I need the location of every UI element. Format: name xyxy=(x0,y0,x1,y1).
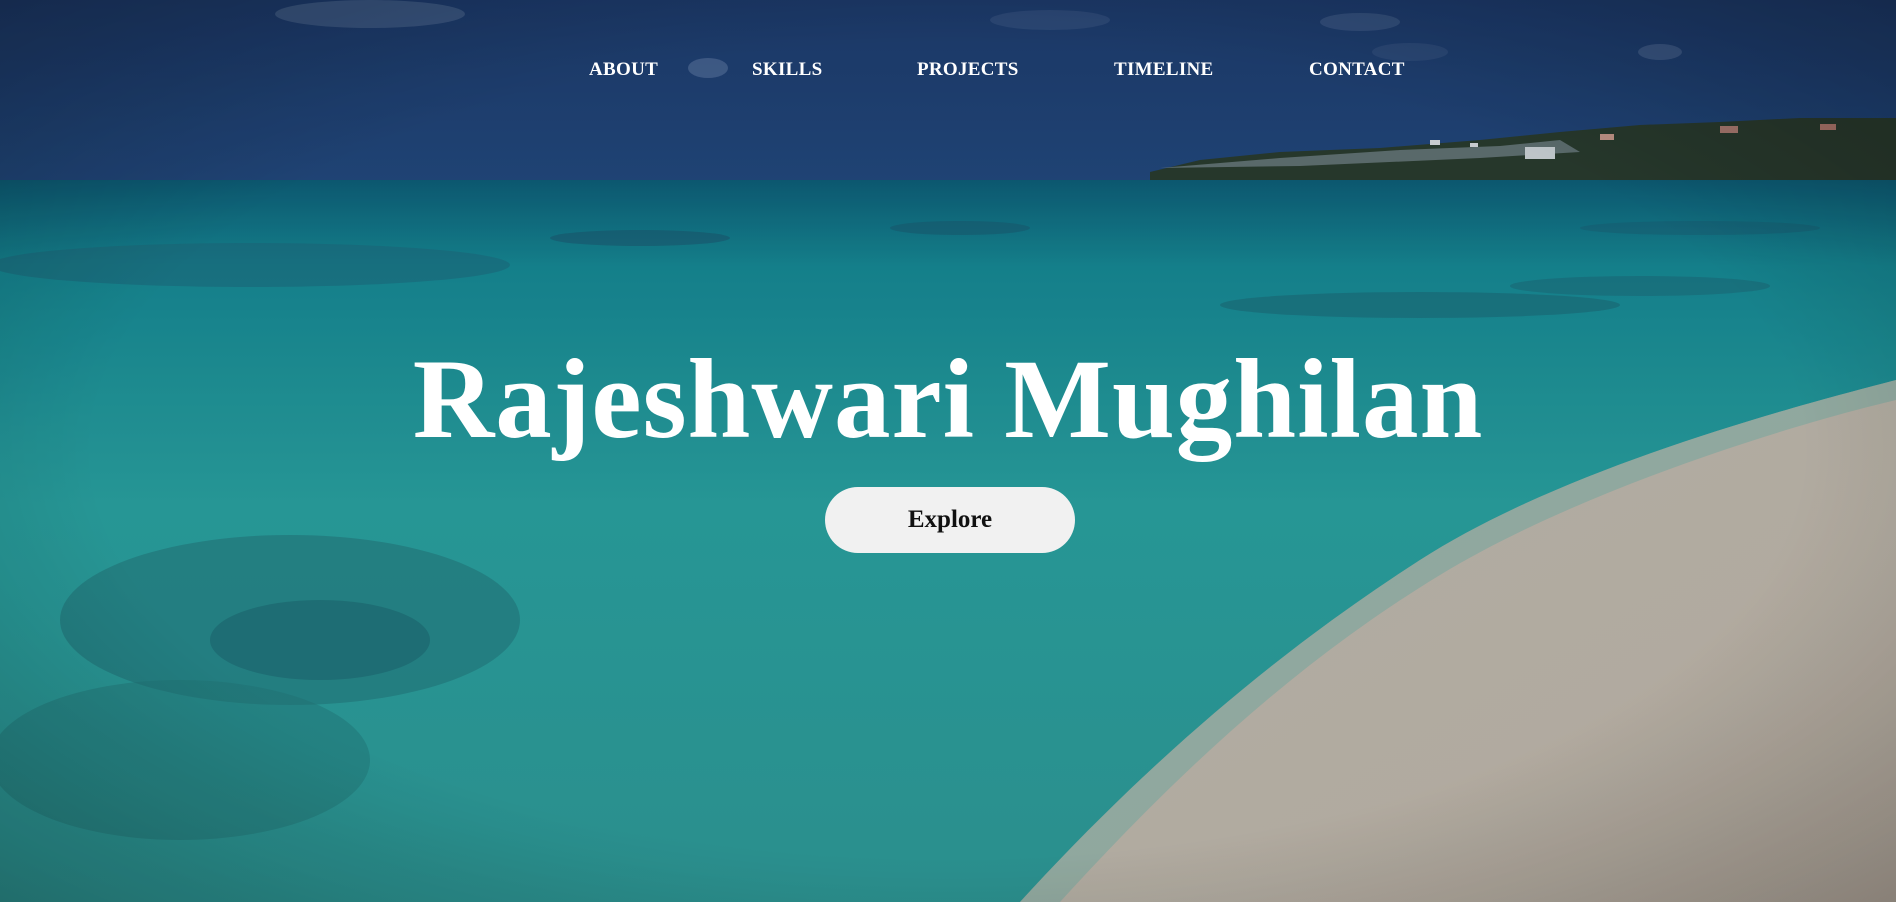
nav-link-contact[interactable]: CONTACT xyxy=(1309,56,1405,84)
explore-button[interactable]: Explore xyxy=(825,487,1075,553)
nav-link-projects[interactable]: PROJECTS xyxy=(917,56,1019,84)
nav-link-timeline[interactable]: TIMELINE xyxy=(1114,56,1214,84)
nav-link-about[interactable]: ABOUT xyxy=(589,56,658,84)
hero-section: ABOUT SKILLS PROJECTS TIMELINE CONTACT R… xyxy=(0,0,1896,902)
hero-title: Rajeshwari Mughilan xyxy=(412,337,1484,462)
main-nav: ABOUT SKILLS PROJECTS TIMELINE CONTACT xyxy=(0,56,1896,84)
nav-link-skills[interactable]: SKILLS xyxy=(752,56,822,84)
